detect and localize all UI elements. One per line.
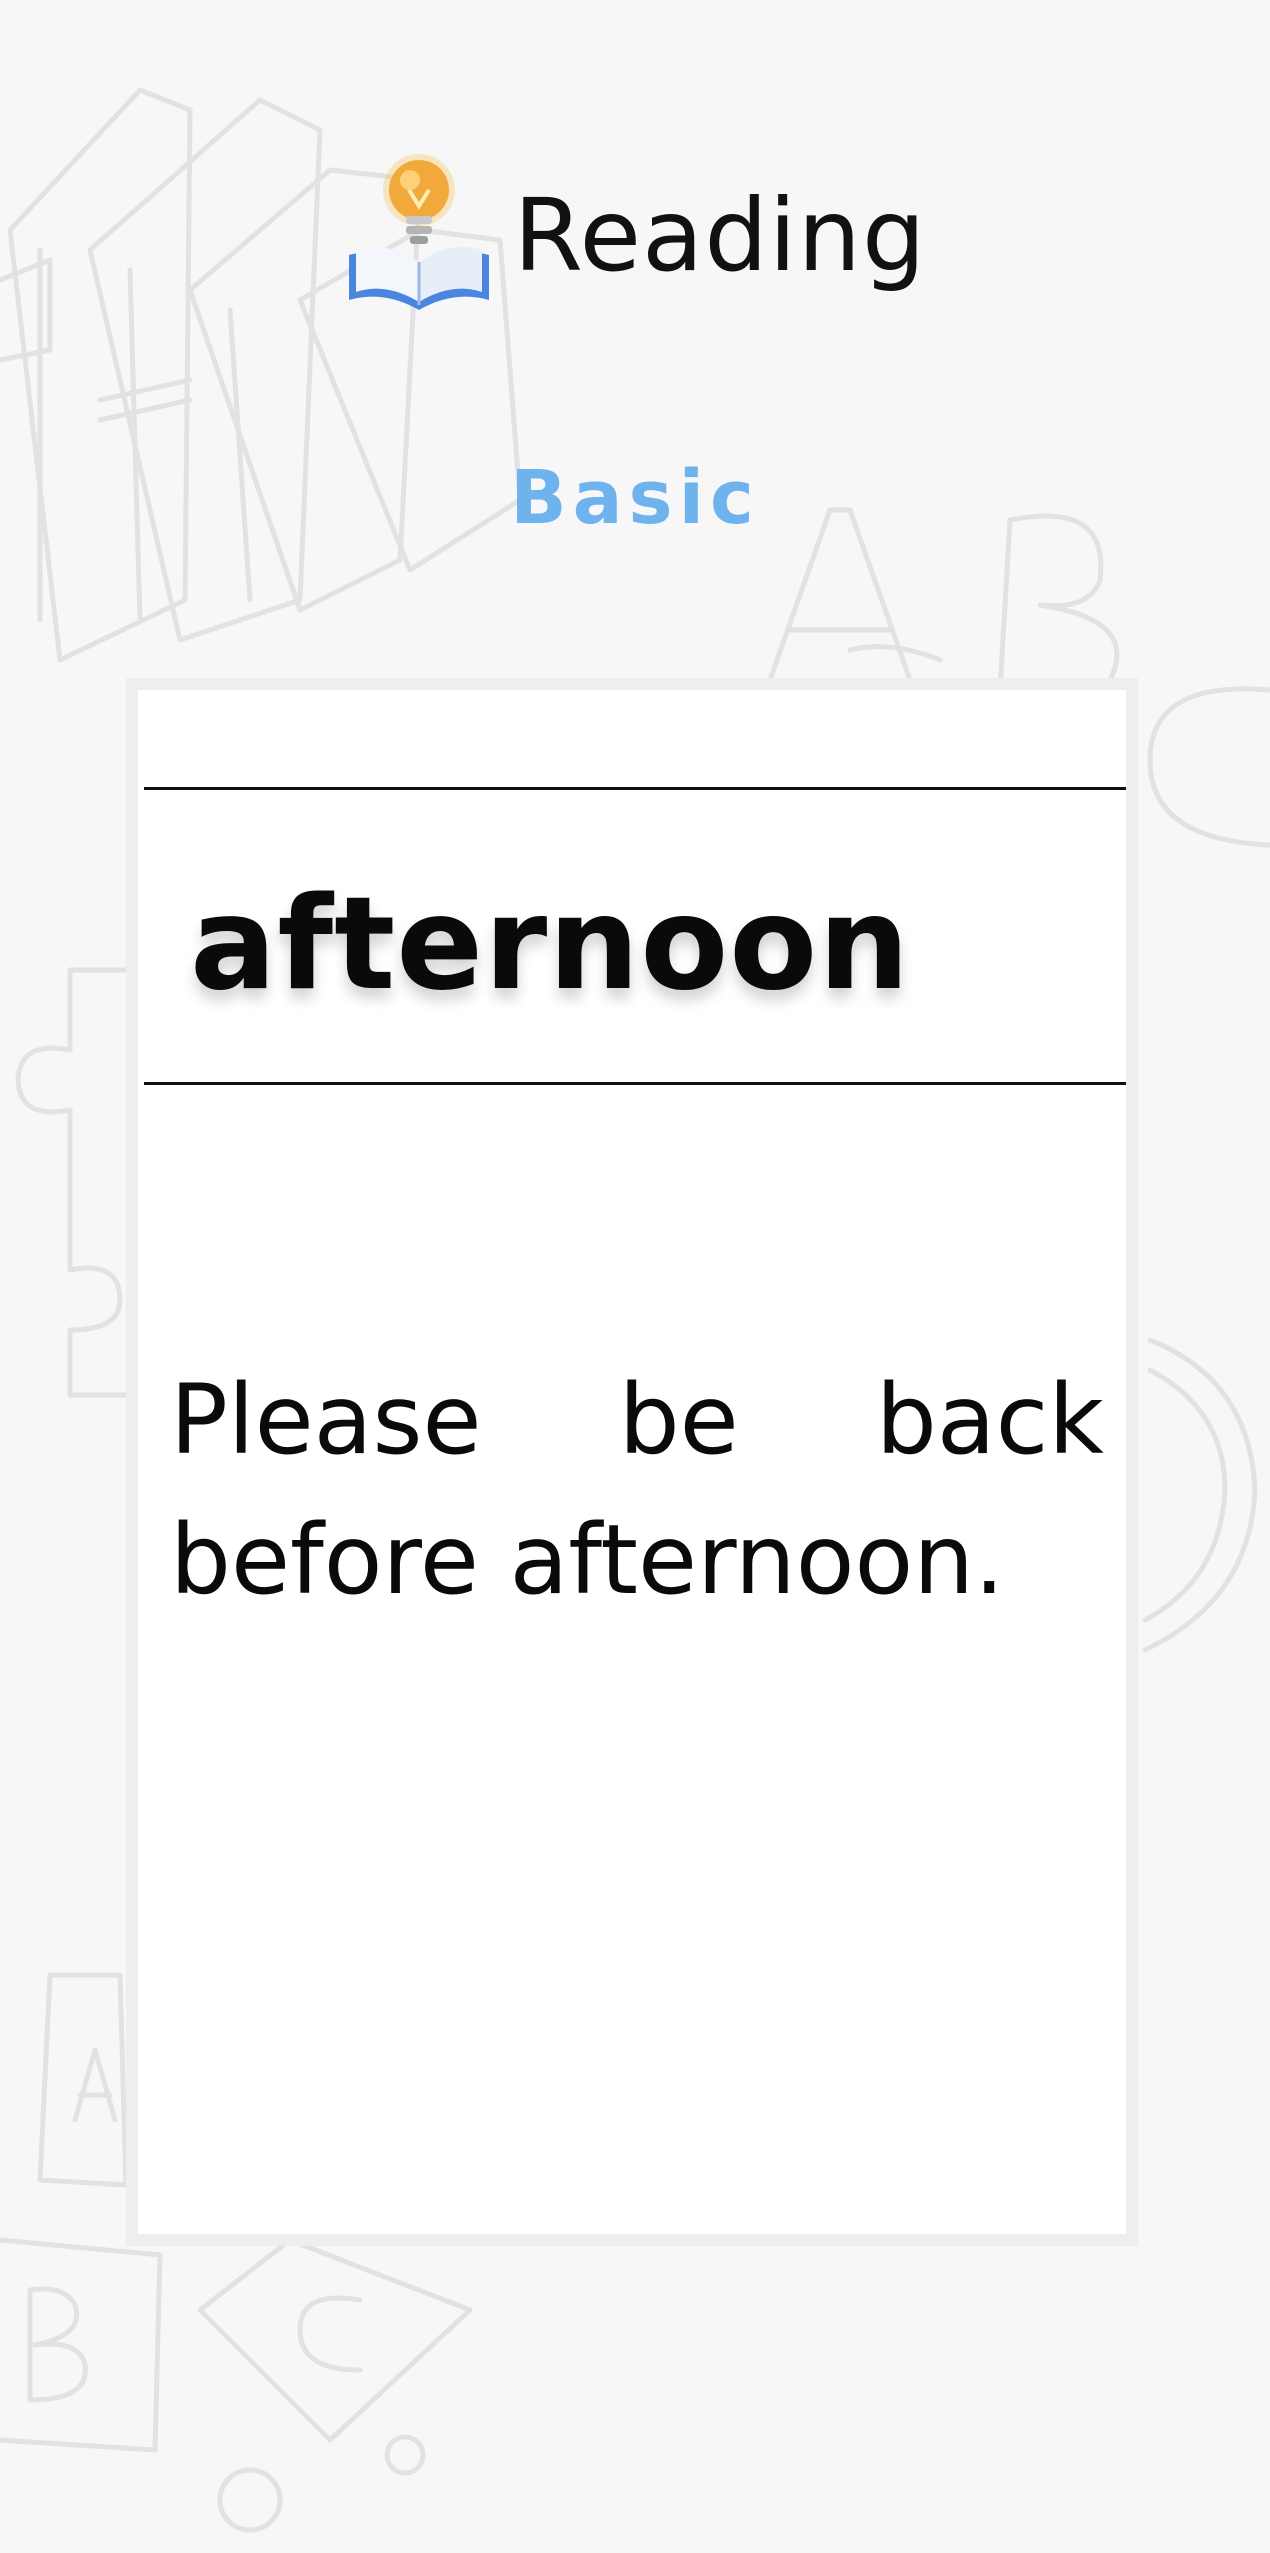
app-header: Reading	[0, 150, 1270, 320]
letter-c-icon	[1147, 686, 1270, 848]
level-label: Basic	[510, 455, 760, 541]
lightbulb-book-icon	[348, 154, 489, 310]
example-sentence: Please be back before afternoon.	[170, 1364, 1104, 1616]
page-title: Reading	[513, 176, 927, 294]
top-rule	[144, 787, 1126, 790]
letter-b-icon	[997, 513, 1120, 701]
vocabulary-word: afternoon	[190, 870, 911, 1019]
bottom-rule	[144, 1082, 1126, 1085]
